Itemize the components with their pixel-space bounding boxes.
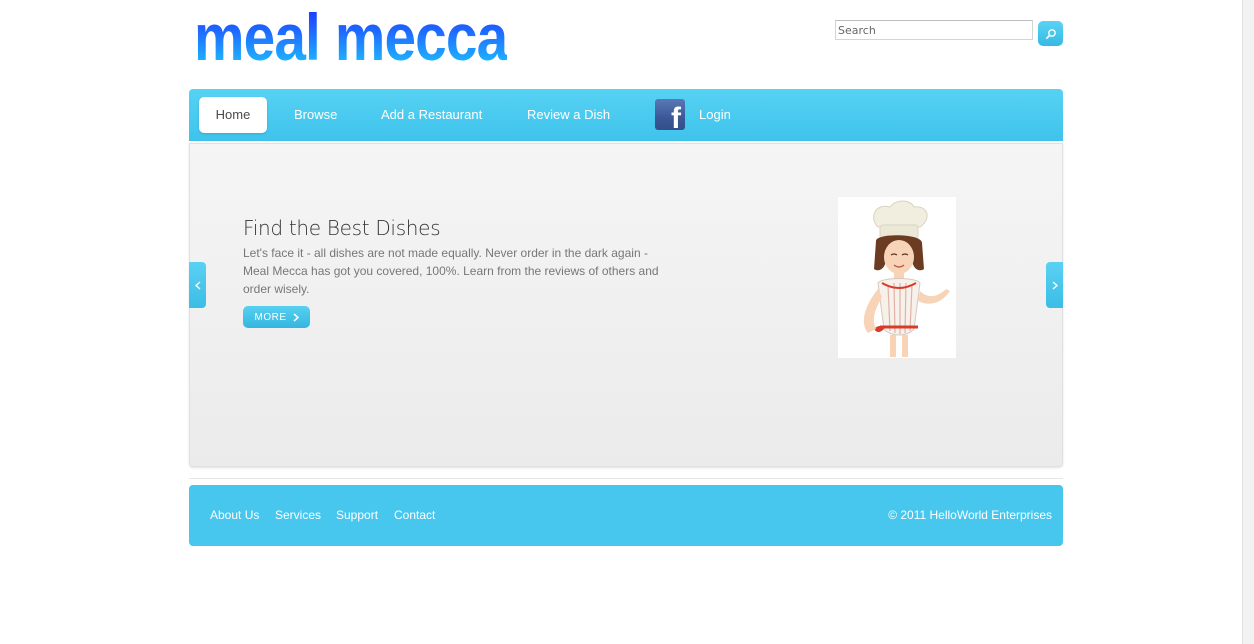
nav-review-dish[interactable]: Review a Dish xyxy=(527,97,610,133)
footer-link-contact[interactable]: Contact xyxy=(394,508,435,522)
main-nav: Home Browse Add a Restaurant Review a Di… xyxy=(189,89,1063,141)
content-divider xyxy=(189,478,1063,479)
slider-next-button[interactable] xyxy=(1046,262,1063,308)
slider-prev-button[interactable] xyxy=(189,262,206,308)
footer: About Us Services Support Contact © 2011… xyxy=(189,485,1063,546)
search-input[interactable] xyxy=(835,20,1033,40)
chevron-left-icon xyxy=(194,280,200,290)
nav-home[interactable]: Home xyxy=(199,97,267,133)
slide-text: Let's face it - all dishes are not made … xyxy=(243,246,659,296)
copyright-text: © 2011 HelloWorld Enterprises xyxy=(888,508,1052,522)
footer-link-support[interactable]: Support xyxy=(336,508,378,522)
nav-browse[interactable]: Browse xyxy=(294,97,337,133)
footer-link-services[interactable]: Services xyxy=(275,508,321,522)
slide-title: Find the Best Dishes xyxy=(243,216,441,240)
nav-add-restaurant[interactable]: Add a Restaurant xyxy=(381,97,482,133)
nav-login[interactable]: Login xyxy=(699,97,731,133)
more-label: MORE xyxy=(254,311,287,323)
facebook-icon[interactable]: f xyxy=(655,99,685,130)
more-button[interactable]: MORE xyxy=(243,306,310,328)
search-button[interactable] xyxy=(1038,21,1063,46)
chef-illustration xyxy=(838,197,956,358)
search-icon xyxy=(1045,28,1056,39)
site-logo[interactable]: meal mecca xyxy=(194,2,508,72)
footer-link-about[interactable]: About Us xyxy=(210,508,259,522)
chevron-right-icon xyxy=(1052,280,1058,290)
page-scrollbar[interactable] xyxy=(1242,0,1254,644)
chevron-right-icon xyxy=(293,312,299,322)
featured-slider: Find the Best Dishes Let's face it - all… xyxy=(189,143,1063,467)
